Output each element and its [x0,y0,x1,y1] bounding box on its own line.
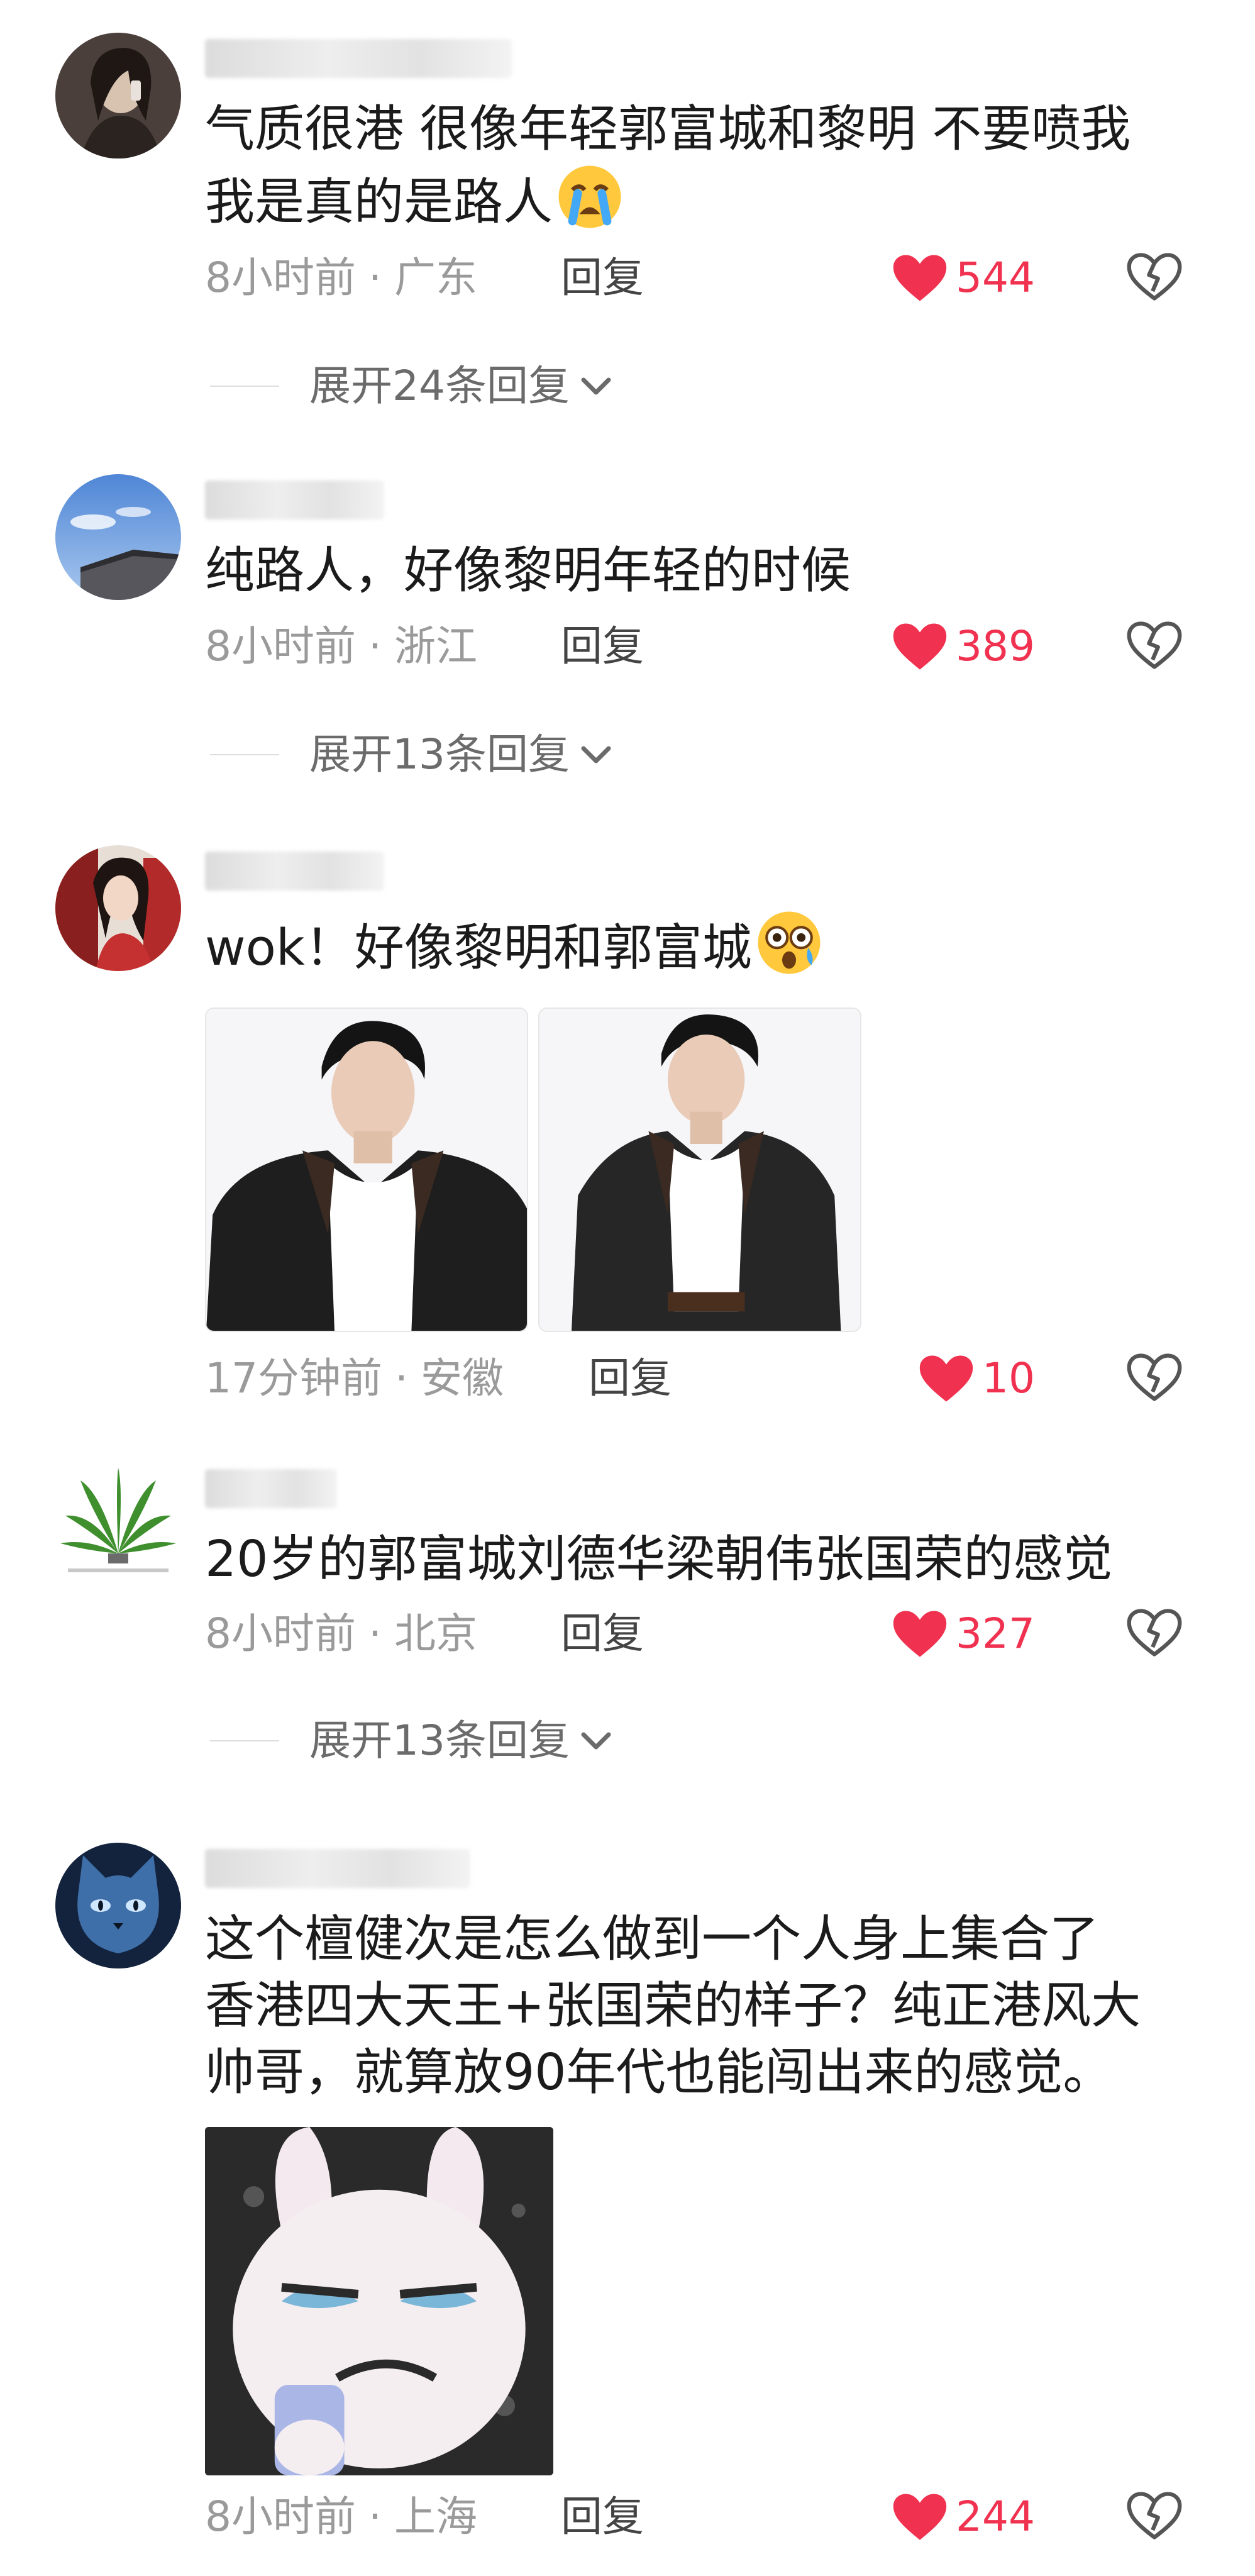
comment-meta: 17分钟前 · 安徽 回复 [205,1353,672,1404]
expand-replies-button[interactable]: 展开24条回复 [210,361,614,411]
comment-meta: 8小时前 · 北京 回复 [205,1609,644,1659]
avatar-image [55,33,181,158]
reply-button[interactable]: 回复 [561,253,644,303]
avatar[interactable] [55,1843,181,1968]
comment-photo[interactable] [538,1008,861,1332]
comment-location: 北京 [394,1609,477,1658]
like-button[interactable]: 244 [892,2492,1035,2542]
comment-text: 纯路人，好像黎明年轻的时候 [205,541,851,599]
avatar[interactable] [55,33,181,158]
broken-heart-icon[interactable] [1125,1606,1183,1659]
comment-location: 广东 [394,253,477,302]
divider-line [210,754,279,755]
crying-face-emoji [558,165,621,228]
photo-man-leather-jacket [206,1009,527,1331]
comment-time: 8小时前 [205,622,356,670]
chevron-down-icon [581,377,611,395]
like-button[interactable]: 327 [892,1609,1035,1659]
comment-time: 17分钟前 [205,1354,382,1402]
comment-meta: 8小时前 · 上海 回复 [205,2492,644,2542]
comment-time: 8小时前 [205,2492,356,2541]
comment-meta: 8小时前 · 浙江 回复 [205,621,644,672]
like-count: 327 [956,1609,1035,1658]
photo-man-leather-jacket [539,1009,860,1331]
expand-replies-label: 展开13条回复 [309,730,570,779]
broken-heart-icon[interactable] [1125,2489,1183,2542]
avatar[interactable] [55,474,181,600]
astonished-face-emoji [758,911,821,974]
comment-location: 浙江 [394,622,477,670]
comment-meta: 8小时前 · 广东 回复 [205,253,644,303]
meta-separator: · [368,1609,382,1658]
comment-text: 气质很港 很像年轻郭富城和黎明 不要喷我 我是真的是路人 [205,100,1131,231]
username-blurred[interactable] [205,1849,470,1888]
plant-avatar-image [60,1468,176,1572]
comment-text: 20岁的郭富城刘德华梁朝伟张国荣的感觉 [205,1530,1113,1588]
avatar[interactable] [55,845,181,971]
comment-location: 上海 [394,2492,477,2541]
comment-time: 8小时前 [205,253,356,302]
reply-button[interactable]: 回复 [561,2492,644,2542]
chevron-down-icon [581,746,611,763]
divider-line [210,1740,279,1741]
like-count: 544 [956,253,1035,302]
heart-icon [893,623,947,670]
like-count: 389 [956,622,1035,670]
expand-replies-button[interactable]: 展开13条回复 [210,730,614,780]
cat-avatar-image [55,1843,181,1968]
meta-separator: · [394,1354,408,1402]
expand-replies-label: 展开24条回复 [309,362,570,410]
reply-button[interactable]: 回复 [561,621,644,672]
meta-separator: · [368,2492,382,2541]
username-blurred[interactable] [205,39,512,78]
like-count: 10 [982,1354,1035,1402]
like-button[interactable]: 544 [892,253,1035,303]
username-blurred[interactable] [205,852,384,891]
expand-replies-button[interactable]: 展开13条回复 [210,1716,614,1766]
avatar-image [55,474,181,600]
comment-sticker-image[interactable] [205,2127,553,2475]
heart-icon [893,2494,947,2540]
chevron-down-icon [581,1732,611,1750]
avatar-image [55,845,181,971]
heart-icon [893,255,947,301]
reply-button[interactable]: 回复 [589,1353,672,1404]
like-button[interactable]: 10 [918,1353,1035,1404]
meme-rabbit-face [205,2127,553,2475]
comment-time: 8小时前 [205,1609,356,1658]
meta-separator: · [368,622,382,670]
reply-button[interactable]: 回复 [561,1609,644,1659]
meta-separator: · [368,253,382,302]
like-count: 244 [956,2492,1035,2541]
heart-icon [893,1611,947,1657]
comment-text: wok！好像黎明和郭富城 [205,908,1211,981]
broken-heart-icon[interactable] [1125,250,1183,303]
expand-replies-label: 展开13条回复 [309,1716,570,1765]
divider-line [210,386,279,387]
avatar[interactable] [55,1463,181,1589]
username-blurred[interactable] [205,480,384,519]
comment-text: 这个檀健次是怎么做到一个人身上集合了 香港四大天王+张国荣的样子？纯正港风大 帅… [205,1910,1141,2101]
heart-icon [919,1355,973,1402]
broken-heart-icon[interactable] [1125,619,1183,672]
comment-photo[interactable] [205,1008,528,1332]
broken-heart-icon[interactable] [1125,1351,1183,1404]
username-blurred[interactable] [205,1469,337,1508]
comment-location: 安徽 [420,1354,504,1402]
like-button[interactable]: 389 [892,621,1035,672]
